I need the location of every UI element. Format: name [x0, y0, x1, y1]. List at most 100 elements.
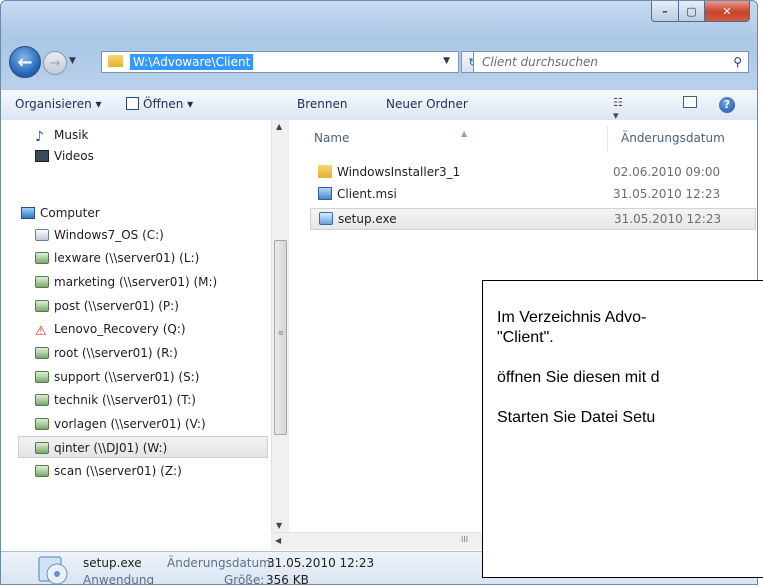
navigation-bar: ← → ▼ W:\Advoware\Client ▼ ↻ Client durc… [1, 41, 757, 83]
open-label: Öffnen ▾ [143, 97, 194, 111]
grip-icon: III [461, 535, 469, 544]
instruction-callout: Im Verzeichnis Advo- "Client". öffnen Si… [482, 280, 763, 578]
organize-button[interactable]: Organisieren ▾ [15, 97, 102, 111]
local-drive-icon [35, 229, 49, 241]
nav-item-label: scan (\\server01) (Z:) [54, 464, 182, 478]
file-name: setup.exe [319, 208, 397, 230]
open-button[interactable]: Öffnen ▾ [126, 97, 193, 111]
burn-button[interactable]: Brennen [297, 97, 347, 111]
scrollbar-thumb[interactable]: ≡ [274, 240, 287, 435]
network-drive-icon [35, 252, 49, 264]
callout-line: "Client". [497, 329, 554, 346]
maximize-button[interactable]: ▢ [679, 1, 705, 22]
new-folder-button[interactable]: Neuer Ordner [386, 97, 468, 111]
nav-item-drive-w[interactable]: qinter (\\DJ01) (W:) [18, 436, 268, 458]
folder-icon [318, 165, 332, 178]
network-drive-icon [35, 465, 49, 477]
detail-size-label: Größe: [224, 573, 265, 585]
file-row-windowsinstaller[interactable]: WindowsInstaller3_1 02.06.2010 09:00 [310, 161, 756, 183]
scroll-down-icon[interactable]: ▼ [276, 521, 282, 530]
close-button[interactable]: ✕ [705, 1, 750, 22]
column-header-name[interactable]: Name [314, 126, 349, 150]
nav-item-label: Computer [40, 206, 100, 220]
detail-filename: setup.exe [83, 556, 142, 570]
folder-icon [108, 55, 123, 67]
msi-icon [318, 187, 332, 200]
network-drive-icon [35, 300, 49, 312]
scroll-left-icon[interactable]: ◀ [275, 536, 281, 545]
callout-line: öffnen Sie diesen mit d [497, 369, 660, 386]
address-path[interactable]: W:\Advoware\Client [130, 54, 254, 70]
search-placeholder: Client durchsuchen [482, 55, 598, 69]
nav-item-videos[interactable]: Videos [35, 145, 94, 167]
nav-vertical-scrollbar[interactable]: ▲ ≡ ▼ [271, 120, 289, 532]
network-drive-icon [35, 418, 49, 430]
nav-item-drive-s[interactable]: support (\\server01) (S:) [35, 366, 199, 388]
column-header-date[interactable]: Änderungsdatum [621, 126, 725, 150]
file-name: Client.msi [318, 183, 397, 205]
network-drive-icon [35, 276, 49, 288]
help-icon[interactable]: ? [719, 97, 735, 113]
scroll-up-icon[interactable]: ▲ [276, 122, 282, 131]
nav-item-label: technik (\\server01) (T:) [54, 393, 196, 407]
nav-item-drive-c[interactable]: Windows7_OS (C:) [35, 224, 164, 246]
music-icon: ♪ [35, 129, 44, 145]
caption-buttons: – ▢ ✕ [651, 1, 750, 22]
nav-item-drive-m[interactable]: marketing (\\server01) (M:) [35, 271, 217, 293]
back-button[interactable]: ← [9, 46, 41, 78]
file-row-setup-exe[interactable]: setup.exe 31.05.2010 12:23 [310, 208, 756, 230]
nav-item-label: vorlagen (\\server01) (V:) [54, 417, 206, 431]
nav-item-label: Musik [54, 128, 89, 142]
nav-item-label: support (\\server01) (S:) [54, 370, 200, 384]
network-drive-icon [35, 371, 49, 383]
arrow-right-icon: → [49, 55, 61, 71]
nav-item-drive-v[interactable]: vorlagen (\\server01) (V:) [35, 413, 206, 435]
nav-item-drive-p[interactable]: post (\\server01) (P:) [35, 295, 179, 317]
file-row-client-msi[interactable]: Client.msi 31.05.2010 12:23 [310, 183, 756, 205]
nav-item-label: Windows7_OS (C:) [54, 228, 164, 242]
detail-type: Anwendung [83, 573, 155, 585]
recent-pages-dropdown[interactable]: ▼ [69, 56, 76, 66]
grip-icon: ≡ [278, 329, 284, 337]
open-icon [126, 97, 139, 110]
nav-item-music[interactable]: ♪ Musik [35, 124, 89, 146]
nav-item-label: marketing (\\server01) (M:) [54, 275, 218, 289]
network-drive-icon [35, 394, 49, 406]
navigation-pane: ♪ Musik Videos Computer Windows7_OS (C:) … [1, 120, 271, 532]
nav-item-drive-r[interactable]: root (\\server01) (R:) [35, 342, 178, 364]
network-drive-icon [35, 347, 49, 359]
nav-item-label: post (\\server01) (P:) [54, 299, 179, 313]
preview-pane-icon[interactable] [683, 96, 697, 108]
file-name-label: WindowsInstaller3_1 [337, 165, 461, 179]
exe-icon [319, 212, 333, 225]
minimize-button[interactable]: – [651, 1, 679, 22]
nav-item-drive-l[interactable]: lexware (\\server01) (L:) [35, 247, 199, 269]
nav-item-label: Videos [54, 149, 94, 163]
arrow-left-icon: ← [17, 51, 33, 73]
nav-item-computer[interactable]: Computer [21, 202, 100, 224]
search-input[interactable]: Client durchsuchen ⚲ [473, 51, 749, 73]
column-divider[interactable] [607, 126, 608, 152]
nav-item-drive-t[interactable]: technik (\\server01) (T:) [35, 389, 196, 411]
setup-exe-icon [38, 556, 68, 584]
nav-item-label: qinter (\\DJ01) (W:) [54, 441, 168, 455]
nav-item-drive-z[interactable]: scan (\\server01) (Z:) [35, 460, 182, 482]
file-name: WindowsInstaller3_1 [318, 161, 460, 183]
network-drive-icon [35, 442, 49, 454]
sort-ascending-icon: ▲ [461, 129, 468, 138]
nav-item-label: Lenovo_Recovery (Q:) [54, 322, 186, 336]
view-options-icon[interactable]: ☷ ▾ [613, 96, 629, 122]
nav-item-drive-q[interactable]: ⚠ Lenovo_Recovery (Q:) [35, 318, 186, 340]
search-icon[interactable]: ⚲ [733, 55, 742, 69]
chevron-down-icon[interactable]: ▼ [443, 56, 450, 66]
command-bar: Organisieren ▾ Öffnen ▾ Brennen Neuer Or… [1, 89, 757, 122]
callout-line: Starten Sie Datei Setu [497, 409, 656, 426]
file-date: 31.05.2010 12:23 [614, 212, 722, 226]
file-name-label: setup.exe [338, 212, 397, 226]
file-date: 02.06.2010 09:00 [613, 165, 721, 179]
recovery-drive-icon: ⚠ [35, 324, 47, 339]
address-bar[interactable]: W:\Advoware\Client ▼ [101, 51, 459, 73]
forward-button[interactable]: → [43, 51, 67, 75]
nav-item-label: root (\\server01) (R:) [54, 346, 178, 360]
nav-item-label: lexware (\\server01) (L:) [54, 251, 200, 265]
